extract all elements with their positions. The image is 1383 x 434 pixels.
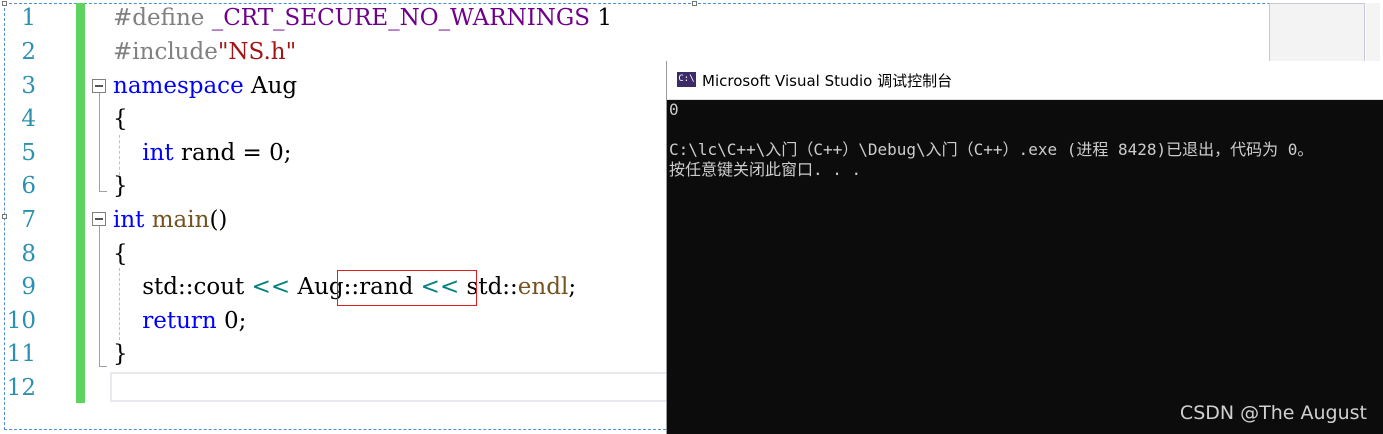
code-text: { <box>113 102 128 136</box>
code-line[interactable]: 11} <box>0 337 680 371</box>
code-text: int rand = 0; <box>113 136 292 170</box>
code-token: 0; <box>216 308 247 334</box>
line-number: 2 <box>21 39 36 65</box>
code-token: return <box>142 308 217 334</box>
line-number: 6 <box>21 173 36 199</box>
code-token: () <box>209 207 228 233</box>
code-token: { <box>113 241 128 267</box>
line-number: 1 <box>21 5 36 31</box>
code-text: { <box>113 237 128 271</box>
code-line[interactable]: 7 int main() <box>0 203 680 237</box>
console-output-line: 按任意键关闭此窗口. . . <box>669 160 862 179</box>
code-token: main <box>151 207 210 233</box>
code-token: int <box>142 140 174 166</box>
console-title-bar[interactable]: C:\ Microsoft Visual Studio 调试控制台 <box>667 61 1383 100</box>
code-token: #include <box>113 39 218 65</box>
code-line[interactable]: 8{ <box>0 237 680 271</box>
code-line[interactable]: 5 int rand = 0; <box>0 136 680 170</box>
code-line[interactable]: 10 return 0; <box>0 304 680 338</box>
code-token: ; <box>568 274 577 300</box>
code-text: } <box>113 169 128 203</box>
visual-studio-console-icon: C:\ <box>677 72 696 87</box>
code-text: #define _CRT_SECURE_NO_WARNINGS 1 <box>113 1 612 35</box>
line-number: 4 <box>21 106 36 132</box>
code-text: return 0; <box>113 304 246 338</box>
code-token: 1 <box>590 5 612 31</box>
code-line[interactable]: 3 namespace Aug <box>0 69 680 103</box>
line-number: 8 <box>21 241 36 267</box>
console-title: Microsoft Visual Studio 调试控制台 <box>702 72 953 90</box>
resize-handle-top[interactable] <box>692 1 697 6</box>
csdn-watermark: CSDN @The August <box>1179 402 1367 424</box>
code-token: Aug <box>243 73 298 99</box>
code-line[interactable]: 6} <box>0 169 680 203</box>
code-token: << <box>251 274 291 300</box>
code-token: #define <box>113 5 212 31</box>
line-number: 7 <box>21 207 36 233</box>
code-token: } <box>113 341 128 367</box>
line-number: 11 <box>6 341 36 367</box>
line-number: 5 <box>21 140 36 166</box>
code-text: namespace Aug <box>113 69 297 103</box>
code-token: endl <box>517 274 569 300</box>
code-line[interactable]: 1 #define _CRT_SECURE_NO_WARNINGS 1 <box>0 1 680 35</box>
line-number: 9 <box>21 274 36 300</box>
code-line[interactable]: 4{ <box>0 102 680 136</box>
code-text: int main() <box>113 203 227 237</box>
code-token: int <box>113 207 145 233</box>
highlight-box <box>337 270 477 306</box>
code-token: rand = 0; <box>173 140 292 166</box>
code-text: #include"NS.h" <box>113 35 296 69</box>
line-number: 3 <box>21 73 36 99</box>
code-token: "NS.h" <box>217 39 297 65</box>
line-number: 10 <box>6 308 36 334</box>
line-number: 12 <box>6 375 36 401</box>
code-text: } <box>113 337 128 371</box>
code-token: std::cout <box>113 274 252 300</box>
code-token: { <box>113 106 128 132</box>
minimap[interactable] <box>1269 3 1365 65</box>
code-line[interactable]: 2 #include"NS.h" <box>0 35 680 69</box>
code-token: _CRT_SECURE_NO_WARNINGS <box>211 5 591 31</box>
code-token: namespace <box>113 73 244 99</box>
debug-console-window[interactable]: C:\ Microsoft Visual Studio 调试控制台 0 C:\l… <box>666 61 1383 434</box>
console-output-line: 0 <box>669 100 679 119</box>
console-output-line: C:\lc\C++\入门（C++）\Debug\入门（C++）.exe (进程 … <box>669 140 1314 159</box>
current-line-highlight <box>110 372 670 402</box>
code-token: } <box>113 173 128 199</box>
